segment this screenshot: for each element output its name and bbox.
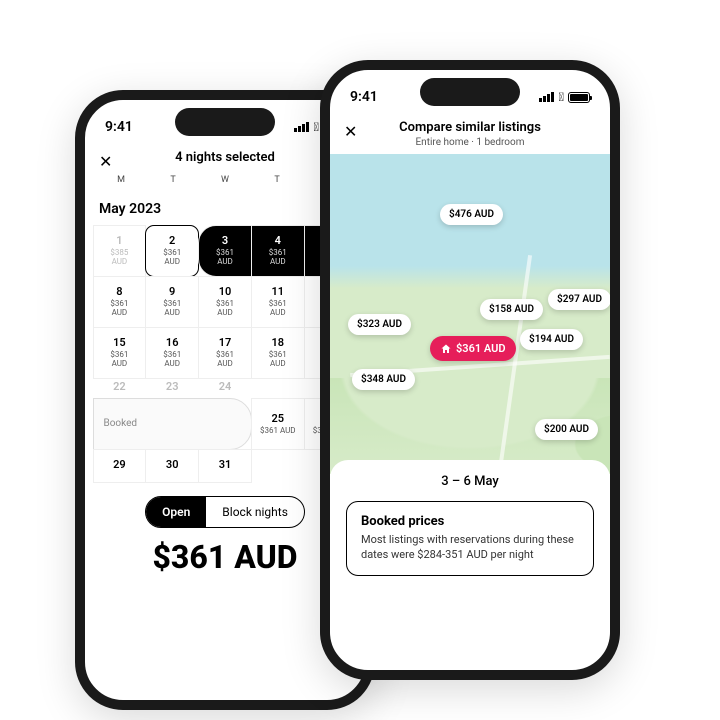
cal-price: $361AUD xyxy=(216,351,234,369)
calendar-cell[interactable]: 16 $361AUD xyxy=(145,327,199,379)
calendar-cell[interactable]: 10 $361AUD xyxy=(198,276,252,328)
calendar-cell[interactable]: 30 xyxy=(145,449,199,483)
cal-price: $361AUD xyxy=(269,249,287,267)
cal-day: 18 xyxy=(272,336,285,349)
cal-day: 4 xyxy=(275,234,281,247)
calendar-cell[interactable]: 9 $361AUD xyxy=(145,276,199,328)
weekday-label: T xyxy=(147,175,199,185)
signal-icon xyxy=(539,92,555,102)
card-title: Booked prices xyxy=(361,514,579,529)
close-icon[interactable]: ✕ xyxy=(99,152,112,171)
cal-day: 22 xyxy=(113,380,126,393)
cal-day: 24 xyxy=(219,380,232,393)
price-pin[interactable]: $194 AUD xyxy=(520,329,583,350)
sheet-dates: 3 – 6 May xyxy=(346,474,594,489)
calendar-cell[interactable]: 25 $361 AUD xyxy=(251,398,305,450)
cal-price: $361AUD xyxy=(110,300,128,318)
cal-price: $361AUD xyxy=(269,351,287,369)
status-time: 9:41 xyxy=(105,119,133,135)
calendar-cell[interactable]: 18 $361AUD xyxy=(251,327,305,379)
calendar-cell: 22 xyxy=(93,378,147,398)
cal-day: 11 xyxy=(272,285,285,298)
cal-day: 15 xyxy=(113,336,126,349)
toggle-open[interactable]: Open xyxy=(146,497,206,527)
calendar-cell[interactable]: 11 $361AUD xyxy=(251,276,305,328)
signal-icon xyxy=(294,122,310,132)
map-view[interactable]: $476 AUD $323 AUD $158 AUD$297 AUD $194 AUD… xyxy=(330,154,610,474)
header-title: 4 nights selected xyxy=(99,150,351,165)
calendar-cell[interactable]: 4 $361AUD xyxy=(251,225,305,277)
calendar-cell[interactable]: 8 $361AUD xyxy=(93,276,147,328)
calendar-cell[interactable]: 15 $361AUD xyxy=(93,327,147,379)
price-pin[interactable]: $476 AUD xyxy=(440,204,503,225)
calendar-cell: 24 xyxy=(198,378,252,398)
calendar-cell[interactable]: 17 $361AUD xyxy=(198,327,252,379)
notch xyxy=(175,108,275,136)
weekday-label: T xyxy=(251,175,303,185)
booked-pill: Booked xyxy=(93,398,252,450)
cal-day: 29 xyxy=(113,458,126,471)
price-pin[interactable]: $348 AUD xyxy=(352,369,415,390)
cal-price: $361AUD xyxy=(163,249,181,267)
calendar-cell[interactable]: 3 $361AUD xyxy=(198,225,252,277)
status-icons: 􀙇 xyxy=(539,90,590,104)
cal-price: $361AUD xyxy=(216,249,234,267)
cal-day: 10 xyxy=(219,285,232,298)
price-pin[interactable]: $158 AUD xyxy=(480,299,543,320)
cal-day: 23 xyxy=(166,380,179,393)
weekday-label: W xyxy=(199,175,251,185)
price-pin[interactable]: $323 AUD xyxy=(348,314,411,335)
cal-price: $361AUD xyxy=(269,300,287,318)
cal-day: 8 xyxy=(116,285,122,298)
price-pin[interactable]: $297 AUD xyxy=(548,289,610,310)
cal-day: 25 xyxy=(272,412,285,425)
header-title: Compare similar listings xyxy=(344,120,596,135)
cal-price: $361AUD xyxy=(163,300,181,318)
header-subtitle: Entire home · 1 bedroom xyxy=(344,137,596,148)
calendar-cell[interactable]: 29 xyxy=(93,449,147,483)
calendar-cell: 23 xyxy=(145,378,199,398)
cal-day: 16 xyxy=(166,336,179,349)
cal-day: 31 xyxy=(219,458,232,471)
open-block-toggle[interactable]: Open Block nights xyxy=(145,496,305,528)
cal-day: 9 xyxy=(169,285,175,298)
phone-map: 9:41 􀙇 ✕ Compare similar listings Entire… xyxy=(320,60,620,680)
wifi-icon: 􀙇 xyxy=(559,90,564,104)
status-time: 9:41 xyxy=(350,89,378,105)
notch xyxy=(420,78,520,106)
calendar-cell[interactable]: 2 $361AUD xyxy=(145,225,199,277)
calendar-cell[interactable]: 1 $385AUD xyxy=(93,225,147,277)
close-icon[interactable]: ✕ xyxy=(344,122,357,141)
cal-price: $361AUD xyxy=(163,351,181,369)
wifi-icon: 􀙇 xyxy=(314,120,319,134)
map-header: ✕ Compare similar listings Entire home ·… xyxy=(330,110,610,154)
card-body: Most listings with reservations during t… xyxy=(361,533,579,563)
pin-label: $361 AUD xyxy=(456,342,506,355)
cal-price: $385AUD xyxy=(110,249,128,267)
cal-day: 30 xyxy=(166,458,179,471)
booked-prices-card[interactable]: Booked prices Most listings with reserva… xyxy=(346,501,594,576)
bottom-sheet: 3 – 6 May Booked prices Most listings wi… xyxy=(330,460,610,590)
toggle-block[interactable]: Block nights xyxy=(206,497,304,527)
cal-day: 17 xyxy=(219,336,232,349)
cal-price: $361 AUD xyxy=(260,427,296,436)
cal-price: $361AUD xyxy=(216,300,234,318)
battery-icon xyxy=(568,92,590,103)
weekday-label: M xyxy=(95,175,147,185)
cal-price: $361AUD xyxy=(110,351,128,369)
price-pin[interactable]: $200 AUD xyxy=(535,419,598,440)
price-pin-primary[interactable]: $361 AUD xyxy=(430,336,516,361)
cal-day: 3 xyxy=(222,234,228,247)
cal-day: 1 xyxy=(116,234,122,247)
home-icon xyxy=(440,343,452,355)
calendar-cell[interactable]: 31 xyxy=(198,449,252,483)
cal-day: 2 xyxy=(169,234,175,247)
